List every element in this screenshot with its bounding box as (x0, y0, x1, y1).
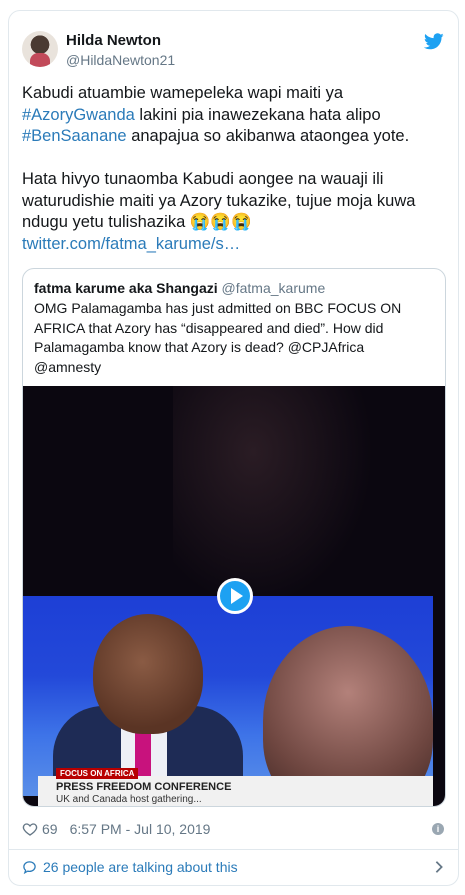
heart-icon[interactable] (22, 821, 38, 837)
hashtag-link[interactable]: #BenSaanane (22, 127, 127, 145)
twitter-bird-icon[interactable] (424, 33, 444, 50)
timestamp[interactable]: 6:57 PM - Jul 10, 2019 (70, 821, 211, 837)
tweet-meta: 69 6:57 PM - Jul 10, 2019 (22, 819, 210, 839)
tweet-text-part: anapajua so akibanwa ataongea yote. (126, 127, 410, 145)
like-count[interactable]: 69 (42, 821, 58, 837)
play-button[interactable] (217, 578, 253, 614)
quoted-tweet-header: fatma karume aka Shangazi @fatma_karume (34, 280, 325, 296)
quoted-tweet[interactable]: fatma karume aka Shangazi @fatma_karume … (22, 268, 446, 807)
info-icon[interactable]: i (432, 823, 444, 835)
author-handle[interactable]: @HildaNewton21 (66, 52, 175, 68)
chevron-right-icon[interactable] (434, 860, 444, 874)
quoted-author-name[interactable]: fatma karume aka Shangazi (34, 280, 218, 296)
quoted-tweet-text: OMG Palamagamba has just admitted on BBC… (34, 300, 402, 375)
hashtag-link[interactable]: #AzoryGwanda (22, 106, 135, 124)
tweet-card: Hilda Newton @HildaNewton21 Kabudi atuam… (8, 10, 459, 886)
tweet-text-part: lakini pia inawezekana hata alipo (134, 105, 386, 124)
video-news-ticker: FOCUS ON AFRICA PRESS FREEDOM CONFERENCE… (38, 768, 433, 806)
quoted-tweet-link[interactable]: twitter.com/fatma_karume/s… (22, 235, 240, 253)
video-player[interactable]: FOCUS ON AFRICA PRESS FREEDOM CONFERENCE… (23, 386, 445, 806)
video-background (173, 386, 373, 606)
conversation-link[interactable]: 26 people are talking about this (22, 857, 238, 877)
ticker-subtitle: UK and Canada host gathering... (56, 794, 202, 805)
author-name[interactable]: Hilda Newton (66, 32, 161, 49)
speech-bubble-icon (23, 860, 36, 874)
tweet-text: Kabudi atuambie wamepeleka wapi maiti ya… (22, 83, 442, 255)
video-presenter-head (93, 614, 203, 734)
quoted-author-handle[interactable]: @fatma_karume (222, 280, 326, 296)
tweet-text-part: Hata hivyo tunaomba Kabudi aongee na wau… (22, 170, 421, 231)
play-icon (230, 588, 243, 604)
conversation-count[interactable]: 26 people are talking about this (43, 859, 238, 875)
author-avatar[interactable] (22, 31, 58, 67)
divider (9, 849, 458, 850)
tweet-text-part: Kabudi atuambie wamepeleka wapi maiti ya (22, 84, 348, 102)
ticker-tag: FOCUS ON AFRICA (56, 768, 139, 779)
ticker-title: PRESS FREEDOM CONFERENCE (56, 781, 232, 793)
